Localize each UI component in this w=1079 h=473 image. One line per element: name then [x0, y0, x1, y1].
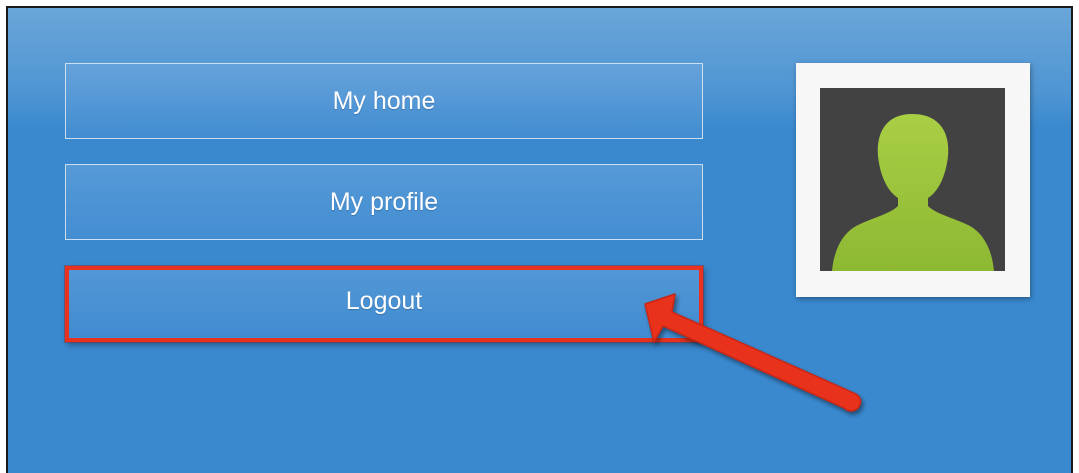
user-silhouette-icon — [832, 114, 994, 271]
avatar-image — [820, 88, 1005, 271]
my-profile-label: My profile — [329, 187, 439, 216]
my-home-label: My home — [332, 86, 436, 115]
my-home-button[interactable]: My home — [65, 63, 703, 139]
my-profile-button[interactable]: My profile — [65, 164, 703, 240]
menu-panel: My home My profile Logout — [6, 6, 1073, 473]
logout-label: Logout — [345, 286, 423, 315]
avatar[interactable] — [796, 63, 1030, 297]
logout-button[interactable]: Logout — [65, 266, 703, 342]
